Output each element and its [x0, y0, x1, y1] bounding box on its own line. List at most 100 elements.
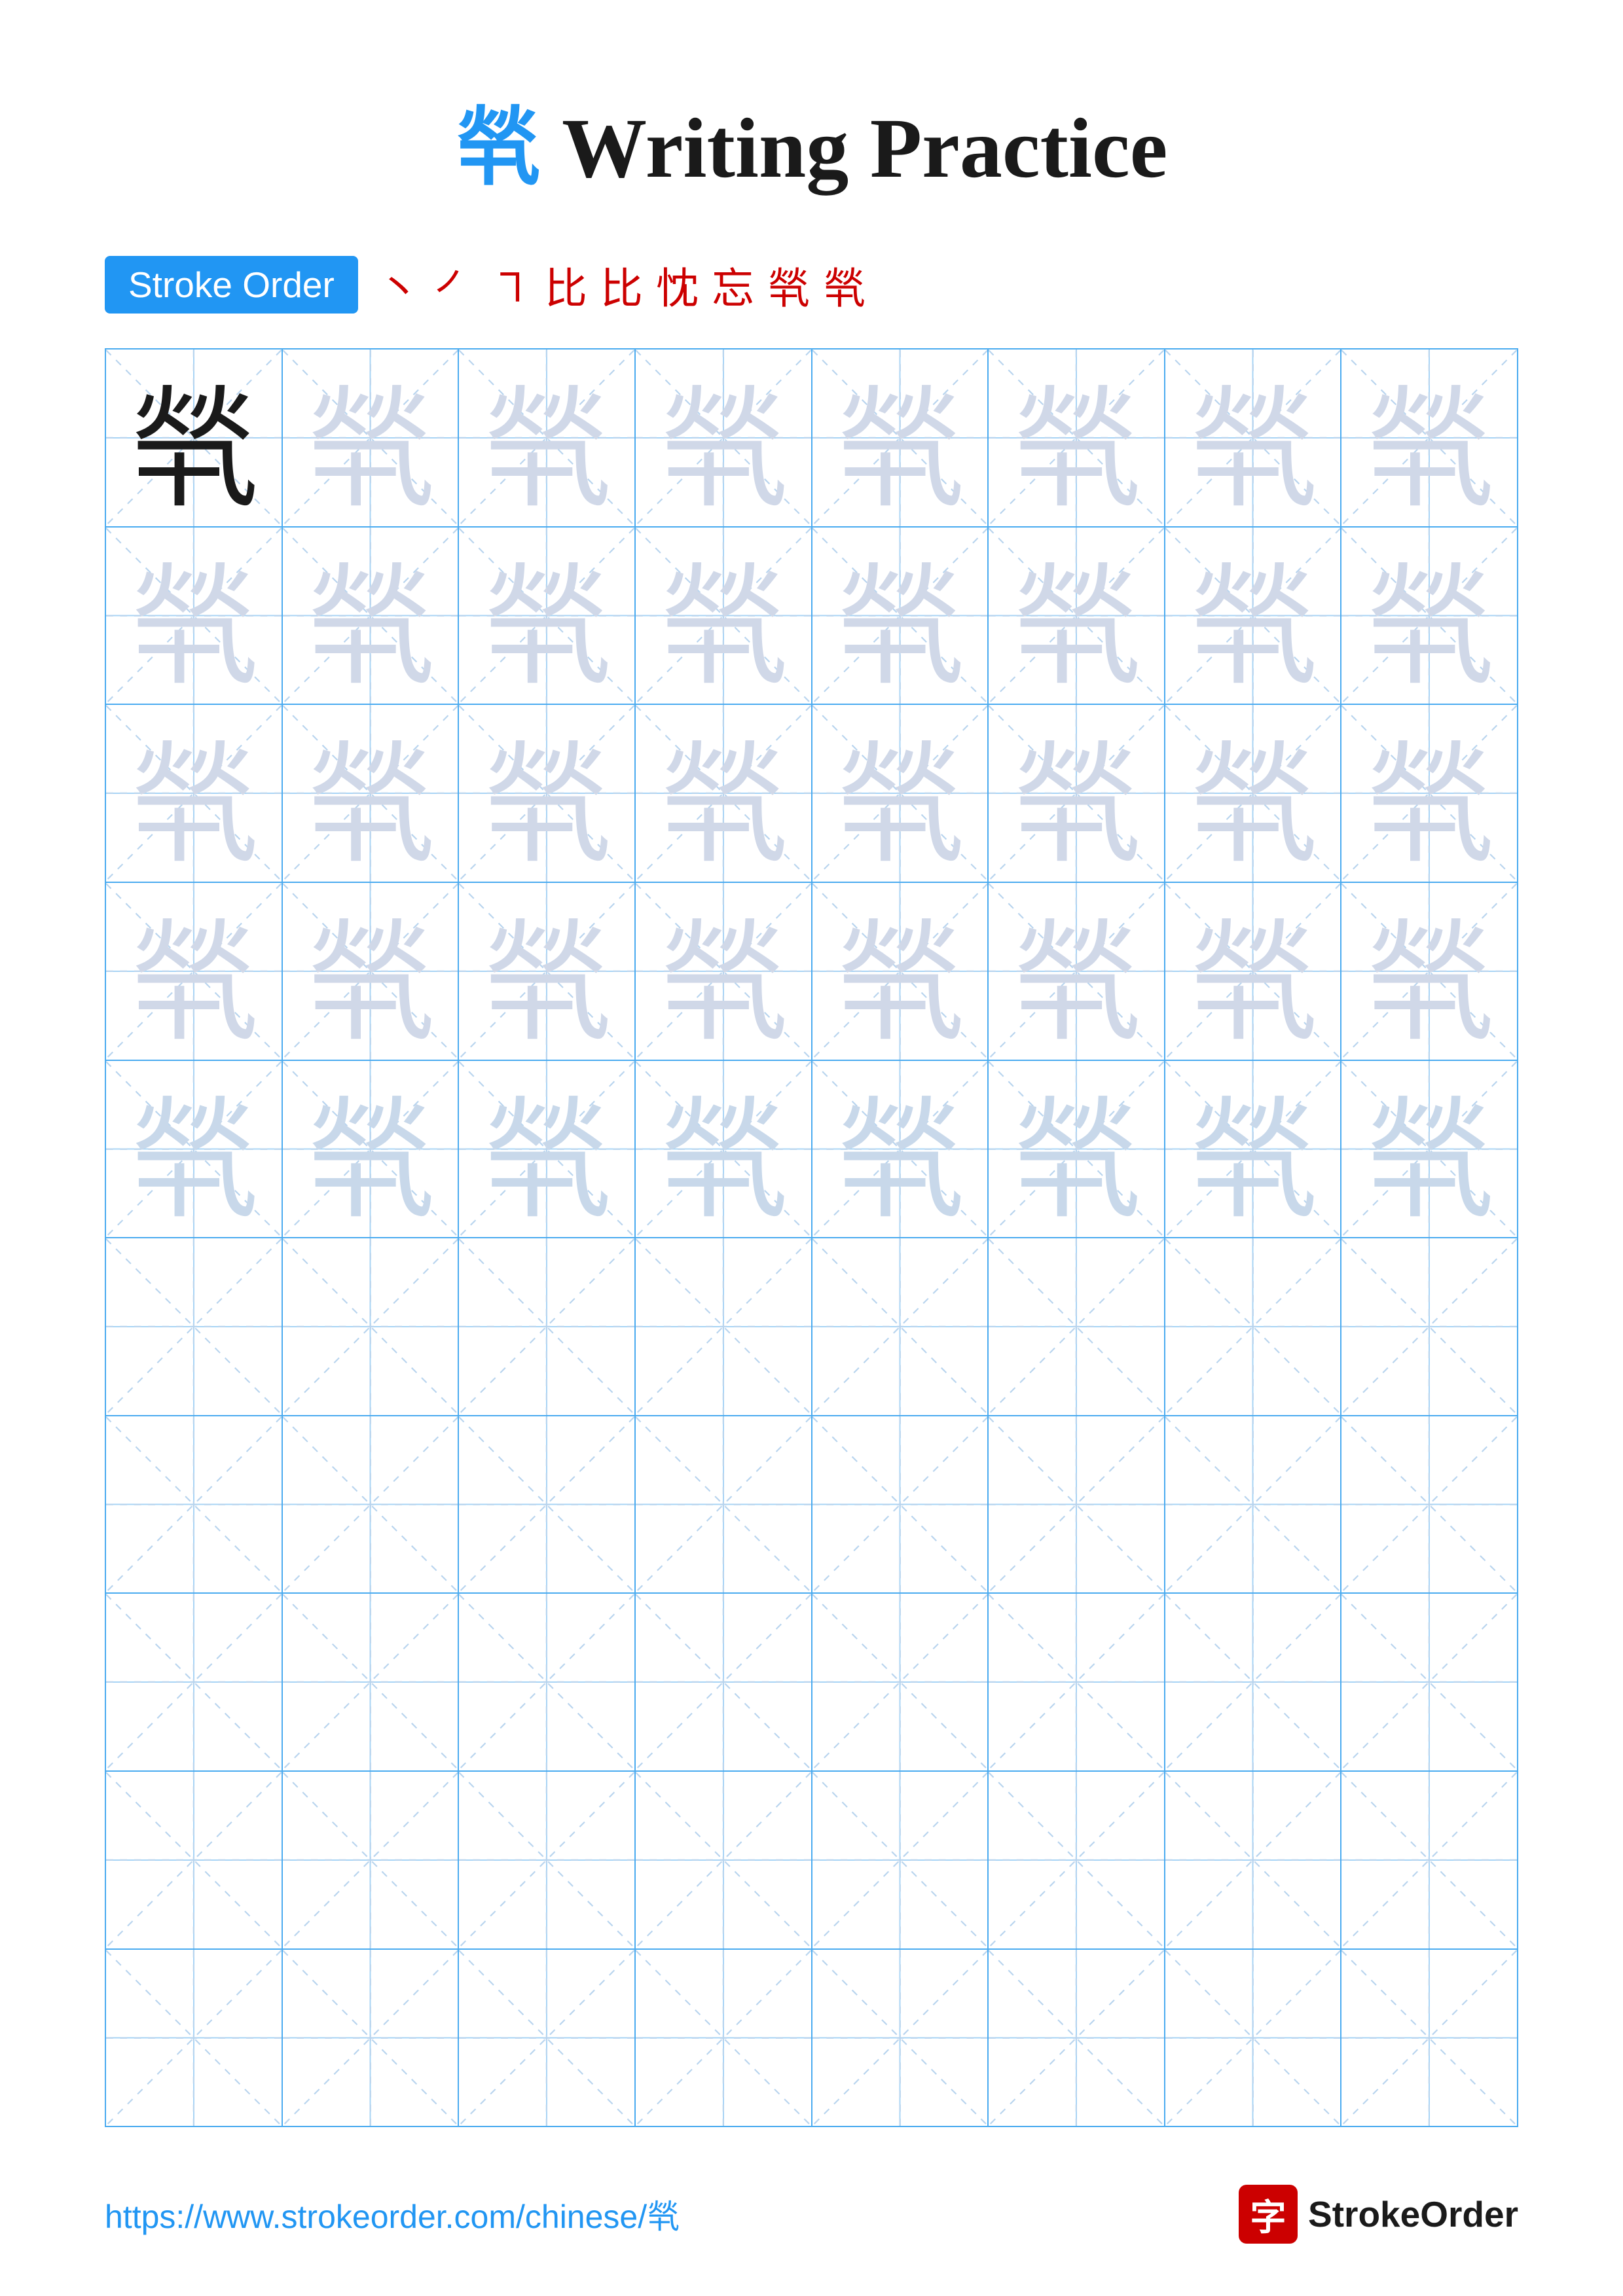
grid-cell[interactable]: 㷀 [812, 705, 989, 882]
grid-cell[interactable] [636, 1594, 812, 1770]
grid-cell[interactable] [1341, 1950, 1517, 2126]
grid-row-4: 㷀 㷀 㷀 㷀 㷀 㷀 㷀 㷀 [106, 883, 1517, 1061]
grid-cell[interactable]: 㷀 [1341, 705, 1517, 882]
practice-char: 㷀 [459, 350, 634, 526]
grid-cell[interactable] [1341, 1238, 1517, 1415]
grid-cell[interactable]: 㷀 [636, 350, 812, 526]
grid-cell[interactable]: 㷀 [1165, 1061, 1342, 1238]
grid-cell[interactable] [989, 1416, 1165, 1593]
grid-cell[interactable] [636, 1950, 812, 2126]
grid-cell[interactable] [106, 1594, 283, 1770]
grid-cell[interactable]: 㷀 [459, 350, 636, 526]
grid-cell[interactable]: 㷀 [636, 528, 812, 704]
grid-cell[interactable] [459, 1772, 636, 1948]
grid-cell[interactable] [989, 1238, 1165, 1415]
grid-cell[interactable]: 㷀 [989, 705, 1165, 882]
stroke-9: 㷀 [823, 254, 866, 315]
practice-char: 㷀 [636, 350, 811, 526]
grid-cell[interactable] [636, 1772, 812, 1948]
grid-cell[interactable] [1165, 1772, 1342, 1948]
stroke-3: ㇕ [489, 254, 532, 315]
grid-cell[interactable]: 㷀 [989, 528, 1165, 704]
stroke-1: 丶 [378, 254, 420, 315]
grid-cell[interactable]: 㷀 [283, 883, 460, 1060]
grid-cell[interactable]: 㷀 [106, 1061, 283, 1238]
grid-cell[interactable]: 㷀 [812, 528, 989, 704]
grid-cell[interactable]: 㷀 [459, 883, 636, 1060]
grid-cell[interactable] [636, 1416, 812, 1593]
grid-cell[interactable] [283, 1772, 460, 1948]
grid-cell[interactable]: 㷀 [283, 1061, 460, 1238]
grid-cell[interactable] [1341, 1772, 1517, 1948]
grid-cell[interactable]: 㷀 [1341, 883, 1517, 1060]
practice-char: 㷀 [812, 350, 988, 526]
grid-cell[interactable] [283, 1416, 460, 1593]
grid-cell[interactable]: 㷀 [812, 350, 989, 526]
grid-cell[interactable] [1341, 1594, 1517, 1770]
grid-cell[interactable] [1165, 1238, 1342, 1415]
grid-cell[interactable]: 㷀 [636, 883, 812, 1060]
grid-cell[interactable]: 㷀 [812, 1061, 989, 1238]
grid-cell[interactable] [1165, 1594, 1342, 1770]
grid-cell[interactable] [812, 1238, 989, 1415]
grid-cell[interactable] [283, 1950, 460, 2126]
grid-cell[interactable] [283, 1594, 460, 1770]
grid-cell[interactable]: 㷀 [989, 883, 1165, 1060]
title-char: 㷀 [456, 101, 541, 196]
grid-cell[interactable]: 㷀 [1165, 528, 1342, 704]
footer-url: https://www.strokeorder.com/chinese/㷀 [105, 2191, 680, 2238]
grid-cell[interactable] [1165, 1950, 1342, 2126]
grid-cell[interactable] [1165, 1416, 1342, 1593]
grid-cell[interactable]: 㷀 [106, 883, 283, 1060]
grid-cell[interactable]: 㷀 [812, 883, 989, 1060]
practice-char: 㷀 [1165, 350, 1341, 526]
grid-row-6 [106, 1238, 1517, 1416]
grid-cell[interactable]: 㷀 [1341, 528, 1517, 704]
grid-cell[interactable] [989, 1772, 1165, 1948]
practice-char: 㷀 [283, 350, 458, 526]
grid-cell[interactable]: 㷀 [1341, 350, 1517, 526]
grid-cell[interactable]: 㷀 [636, 705, 812, 882]
grid-cell[interactable] [1341, 1416, 1517, 1593]
stroke-2: ㇒ [433, 254, 476, 315]
grid-cell[interactable] [459, 1950, 636, 2126]
grid-cell[interactable]: 㷀 [283, 705, 460, 882]
grid-cell[interactable]: 㷀 [106, 350, 283, 526]
grid-cell[interactable] [989, 1950, 1165, 2126]
grid-cell[interactable] [989, 1594, 1165, 1770]
grid-cell[interactable] [459, 1594, 636, 1770]
grid-cell[interactable]: 㷀 [106, 528, 283, 704]
grid-cell[interactable] [459, 1238, 636, 1415]
grid-cell[interactable]: 㷀 [1165, 705, 1342, 882]
brand-icon: 字 [1239, 2185, 1298, 2244]
grid-cell[interactable]: 㷀 [1341, 1061, 1517, 1238]
grid-cell[interactable] [106, 1950, 283, 2126]
grid-row-2: 㷀 㷀 㷀 㷀 㷀 㷀 㷀 㷀 [106, 528, 1517, 706]
grid-cell[interactable]: 㷀 [989, 350, 1165, 526]
grid-cell[interactable] [106, 1416, 283, 1593]
title-text: Writing Practice [562, 101, 1167, 196]
practice-char: 㷀 [989, 350, 1164, 526]
grid-cell[interactable]: 㷀 [636, 1061, 812, 1238]
grid-cell[interactable] [459, 1416, 636, 1593]
grid-cell[interactable] [812, 1416, 989, 1593]
grid-cell[interactable]: 㷀 [459, 1061, 636, 1238]
stroke-7: 忘 [712, 254, 754, 315]
grid-cell[interactable] [283, 1238, 460, 1415]
grid-cell[interactable] [106, 1238, 283, 1415]
grid-cell[interactable]: 㷀 [283, 528, 460, 704]
grid-cell[interactable] [636, 1238, 812, 1415]
grid-cell[interactable]: 㷀 [1165, 883, 1342, 1060]
footer-brand: 字 StrokeOrder [1239, 2185, 1518, 2244]
grid-cell[interactable]: 㷀 [106, 705, 283, 882]
grid-cell[interactable] [812, 1950, 989, 2126]
grid-cell[interactable] [812, 1594, 989, 1770]
grid-cell[interactable]: 㷀 [1165, 350, 1342, 526]
grid-cell[interactable] [106, 1772, 283, 1948]
footer: https://www.strokeorder.com/chinese/㷀 字 … [105, 2185, 1518, 2244]
grid-cell[interactable]: 㷀 [459, 528, 636, 704]
grid-cell[interactable] [812, 1772, 989, 1948]
grid-cell[interactable]: 㷀 [459, 705, 636, 882]
grid-cell[interactable]: 㷀 [989, 1061, 1165, 1238]
grid-cell[interactable]: 㷀 [283, 350, 460, 526]
